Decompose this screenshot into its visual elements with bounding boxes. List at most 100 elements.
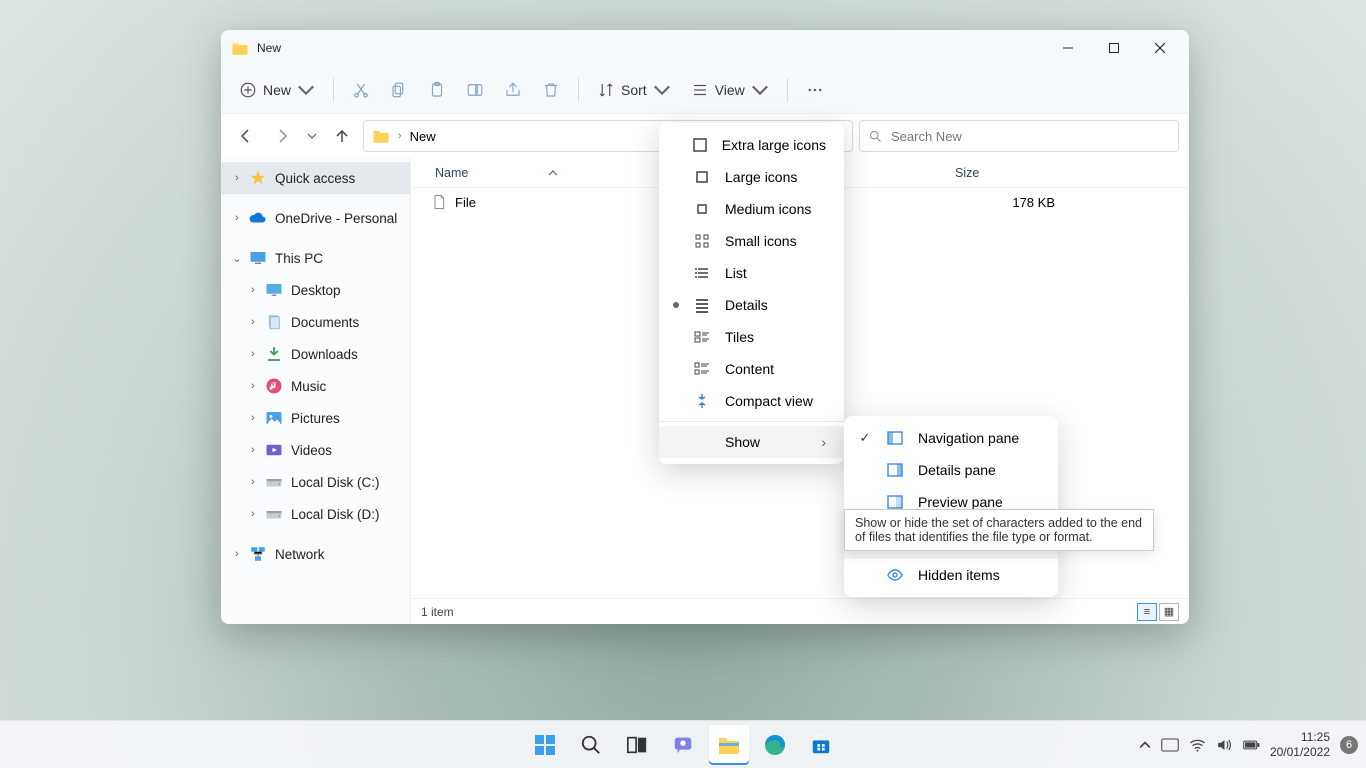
show-option-navigation-pane[interactable]: ✓Navigation pane (844, 422, 1058, 454)
rename-button[interactable] (458, 73, 492, 107)
taskbar[interactable]: 11:25 20/01/2022 6 (0, 720, 1366, 768)
tooltip: Show or hide the set of characters added… (844, 509, 1154, 551)
videos-icon (265, 441, 283, 459)
nav-item-onedrive-personal[interactable]: ›OneDrive - Personal (221, 202, 410, 234)
view-option-tiles[interactable]: Tiles (659, 321, 844, 353)
expand-icon[interactable]: › (245, 348, 261, 360)
view-option-show[interactable]: Show › (659, 426, 844, 458)
delete-button[interactable] (534, 73, 568, 107)
view-option-content[interactable]: Content (659, 353, 844, 385)
nav-item-local-disk-c-[interactable]: ›Local Disk (C:) (221, 466, 410, 498)
nav-item-music[interactable]: ›Music (221, 370, 410, 402)
view-option-extra-large-icons[interactable]: Extra large icons (659, 129, 844, 161)
sort-button[interactable]: Sort (589, 73, 679, 107)
expand-icon[interactable]: › (229, 172, 245, 184)
expand-icon[interactable]: › (245, 476, 261, 488)
expand-icon[interactable]: › (245, 444, 261, 456)
nav-item-documents[interactable]: ›Documents (221, 306, 410, 338)
close-button[interactable] (1137, 32, 1183, 64)
file-explorer-taskbar-button[interactable] (709, 725, 749, 765)
clock[interactable]: 11:25 20/01/2022 (1270, 730, 1330, 759)
paste-button[interactable] (420, 73, 454, 107)
chat-button[interactable] (663, 725, 703, 765)
documents-icon (265, 313, 283, 331)
expand-icon[interactable]: › (245, 380, 261, 392)
pc-icon (249, 249, 267, 267)
view-button[interactable]: View (683, 73, 777, 107)
nav-item-videos[interactable]: ›Videos (221, 434, 410, 466)
nav-item-pictures[interactable]: ›Pictures (221, 402, 410, 434)
expand-icon[interactable]: ⌄ (229, 252, 245, 265)
menu-label: Show (725, 434, 807, 450)
show-option-details-pane[interactable]: Details pane (844, 454, 1058, 486)
start-button[interactable] (525, 725, 565, 765)
maximize-button[interactable] (1091, 32, 1137, 64)
view-option-medium-icons[interactable]: Medium icons (659, 193, 844, 225)
menu-label: Compact view (725, 393, 813, 409)
show-submenu[interactable]: ✓Navigation paneDetails panePreview pane… (844, 416, 1058, 597)
navigation-pane[interactable]: ›Quick access ›OneDrive - Personal ⌄This P… (221, 158, 411, 624)
cut-icon (352, 81, 370, 99)
lines-icon (693, 296, 711, 314)
battery-icon[interactable] (1243, 738, 1260, 752)
menu-label: Details pane (918, 462, 996, 478)
recent-button[interactable] (303, 121, 321, 151)
details-view-icon[interactable]: ≡ (1137, 603, 1157, 621)
column-size[interactable]: Size (955, 166, 979, 180)
chevron-right-icon: › (821, 434, 826, 450)
content-icon (693, 360, 711, 378)
view-option-large-icons[interactable]: Large icons (659, 161, 844, 193)
menu-label: Large icons (725, 169, 797, 185)
expand-icon[interactable]: › (229, 212, 245, 224)
cut-button[interactable] (344, 73, 378, 107)
view-menu[interactable]: Extra large icons Large icons Medium icons… (659, 123, 844, 464)
notification-badge[interactable]: 6 (1340, 736, 1358, 754)
rename-icon (466, 81, 484, 99)
view-option-compact-view[interactable]: Compact view (659, 385, 844, 417)
edge-button[interactable] (755, 725, 795, 765)
nav-item-downloads[interactable]: ›Downloads (221, 338, 410, 370)
view-option-small-icons[interactable]: Small icons (659, 225, 844, 257)
thumbnails-view-icon[interactable]: ▦ (1159, 603, 1179, 621)
forward-button[interactable] (267, 121, 297, 151)
nav-item-this-pc[interactable]: ⌄This PC (221, 242, 410, 274)
expand-icon[interactable]: › (245, 508, 261, 520)
view-icon (691, 81, 709, 99)
keyboard-icon[interactable] (1161, 738, 1179, 752)
nav-item-network[interactable]: ›Network (221, 538, 410, 570)
view-option-list[interactable]: List (659, 257, 844, 289)
titlebar[interactable]: New (221, 30, 1189, 66)
minimize-button[interactable] (1045, 32, 1091, 64)
downloads-icon (265, 345, 283, 363)
share-button[interactable] (496, 73, 530, 107)
expand-icon[interactable]: › (245, 284, 261, 296)
new-button[interactable]: New (231, 73, 323, 107)
task-view-button[interactable] (617, 725, 657, 765)
search-box[interactable]: Search New (859, 120, 1179, 152)
menu-label: Details (725, 297, 768, 313)
expand-icon[interactable]: › (245, 316, 261, 328)
view-option-details[interactable]: Details (659, 289, 844, 321)
column-name[interactable]: Name (435, 166, 468, 180)
back-button[interactable] (231, 121, 261, 151)
show-option-hidden-items[interactable]: Hidden items (844, 559, 1058, 591)
expand-icon[interactable]: › (229, 548, 245, 560)
nav-item-local-disk-d-[interactable]: ›Local Disk (D:) (221, 498, 410, 530)
volume-icon[interactable] (1216, 738, 1233, 752)
copy-icon (390, 81, 408, 99)
store-button[interactable] (801, 725, 841, 765)
nav-item-desktop[interactable]: ›Desktop (221, 274, 410, 306)
tray-overflow-icon[interactable] (1139, 739, 1151, 751)
folder-icon (372, 127, 390, 145)
disk-icon (265, 473, 283, 491)
up-button[interactable] (327, 121, 357, 151)
system-tray[interactable]: 11:25 20/01/2022 6 (1139, 730, 1358, 759)
expand-icon[interactable]: › (245, 412, 261, 424)
address-path: New (410, 129, 436, 144)
wifi-icon[interactable] (1189, 738, 1206, 752)
taskbar-search-button[interactable] (571, 725, 611, 765)
nav-item-quick-access[interactable]: ›Quick access (221, 162, 410, 194)
copy-button[interactable] (382, 73, 416, 107)
music-icon (265, 377, 283, 395)
more-button[interactable] (798, 73, 832, 107)
